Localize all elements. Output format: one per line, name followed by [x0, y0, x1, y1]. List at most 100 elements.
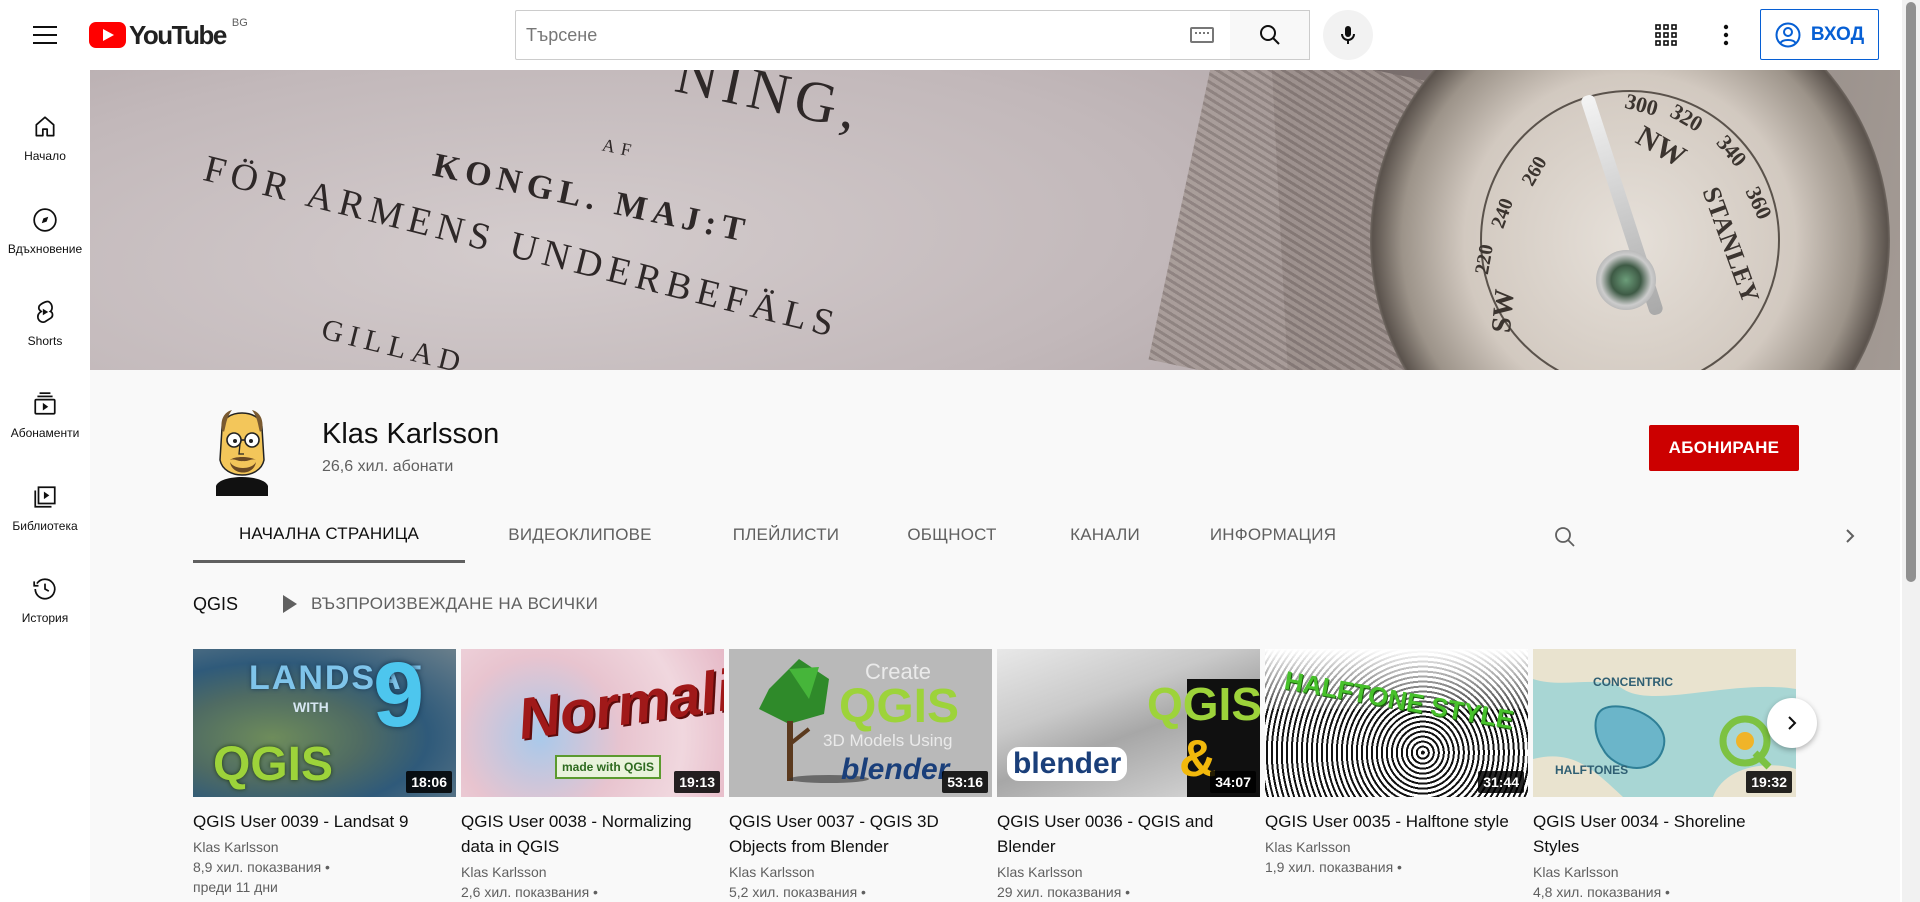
video-duration: 19:32 — [1746, 771, 1792, 793]
thumb-text: HALFTONES — [1555, 763, 1629, 777]
tab-channels[interactable]: КАНАЛИ — [1048, 507, 1162, 563]
video-views: 5,2 хил. показвания • — [729, 884, 866, 900]
thumb-text: QGIS — [1147, 678, 1260, 730]
video-thumbnail[interactable]: Create QGIS 3D Models Using blender 53:1… — [729, 649, 992, 797]
subscriber-count: 26,6 хил. абонати — [322, 458, 454, 475]
video-title[interactable]: QGIS User 0037 - QGIS 3D Objects from Bl… — [729, 809, 979, 859]
compass-label: SW — [1485, 287, 1521, 335]
channel-banner: NING, AF KONGL. MAJ:T FÖR ARMENS UNDERBE… — [90, 70, 1900, 370]
apps-button[interactable] — [1648, 17, 1684, 53]
more-vert-icon — [1723, 24, 1729, 46]
menu-icon[interactable] — [25, 17, 65, 53]
thumb-text: 9 — [373, 649, 425, 746]
play-all-button[interactable]: ВЪЗПРОИЗВЕЖДАНЕ НА ВСИЧКИ — [273, 589, 598, 619]
channel-search-icon[interactable] — [1553, 525, 1577, 549]
search-icon — [1259, 25, 1280, 45]
video-duration: 31:44 — [1478, 771, 1524, 793]
page-scrollbar[interactable] — [1902, 0, 1920, 902]
country-code: BG — [231, 17, 248, 29]
video-card[interactable]: Normalize made with QGIS 19:13 QGIS User… — [461, 649, 724, 900]
tab-community[interactable]: ОБЩНОСТ — [888, 507, 1016, 563]
home-icon — [35, 115, 55, 137]
thumb-text: blender — [841, 753, 950, 786]
thumb-text: CONCENTRIC — [1593, 675, 1673, 689]
voice-search-button[interactable] — [1323, 10, 1373, 60]
video-duration: 18:06 — [406, 771, 452, 793]
video-thumbnail[interactable]: CONCENTRIC HALFTONES 19:32 — [1533, 649, 1796, 797]
shelf-next-button[interactable] — [1767, 698, 1817, 748]
thumb-text: QGIS — [213, 738, 334, 791]
video-views: 2,6 хил. показвания • — [461, 884, 598, 900]
shelf-qgis: QGIS ВЪЗПРОИЗВЕЖДАНЕ НА ВСИЧКИ LANDSAT W… — [90, 563, 1900, 902]
youtube-logo[interactable]: YouTube BG — [89, 17, 248, 50]
logo-text: YouTube — [129, 19, 227, 50]
sidebar-item-explore[interactable]: Вдъхновение — [0, 191, 90, 271]
tab-about[interactable]: ИНФОРМАЦИЯ — [1193, 507, 1353, 563]
settings-more-button[interactable] — [1708, 17, 1744, 53]
sidebar-item-history[interactable]: История — [0, 560, 90, 640]
sidebar-item-shorts[interactable]: Shorts — [0, 283, 90, 363]
video-channel[interactable]: Klas Karlsson — [729, 864, 992, 880]
scrollbar-thumb[interactable] — [1906, 2, 1916, 582]
avatar[interactable] — [202, 400, 282, 496]
sidebar-item-library[interactable]: Библиотека — [0, 468, 90, 548]
video-title[interactable]: QGIS User 0036 - QGIS and Blender — [997, 809, 1247, 859]
video-title[interactable]: QGIS User 0034 - Shoreline Styles — [1533, 809, 1783, 859]
masthead: YouTube BG Търсене ВХОД — [0, 0, 1902, 70]
search-input[interactable] — [516, 11, 1190, 59]
video-channel[interactable]: Klas Karlsson — [193, 839, 456, 855]
sidebar-item-subscriptions[interactable]: Абонаменти — [0, 375, 90, 455]
search-button[interactable] — [1230, 10, 1310, 60]
thumb-text: QGIS — [839, 680, 960, 733]
apps-grid-icon — [1655, 24, 1677, 46]
tab-videos[interactable]: ВИДЕОКЛИПОВЕ — [465, 507, 695, 563]
video-card[interactable]: LANDSAT WITH 9 QGIS 18:06 QGIS User 0039… — [193, 649, 456, 895]
keyboard-icon[interactable] — [1190, 27, 1214, 43]
video-duration: 34:07 — [1210, 771, 1256, 793]
sidebar-item-label: Вдъхновение — [7, 241, 83, 256]
shelf-title[interactable]: QGIS — [193, 594, 238, 615]
video-channel[interactable]: Klas Karlsson — [1533, 864, 1796, 880]
video-thumbnail[interactable]: HALFTONE STYLE 31:44 — [1265, 649, 1528, 797]
video-card[interactable]: Create QGIS 3D Models Using blender 53:1… — [729, 649, 992, 900]
youtube-play-icon — [89, 22, 126, 48]
channel-header: Klas Karlsson 26,6 хил. абонати АБОНИРАН… — [90, 370, 1900, 563]
subscribe-button[interactable]: АБОНИРАНЕ — [1649, 425, 1799, 471]
chevron-right-icon[interactable] — [1841, 527, 1859, 545]
video-channel[interactable]: Klas Karlsson — [1265, 839, 1528, 855]
video-thumbnail[interactable]: LANDSAT WITH 9 QGIS 18:06 — [193, 649, 456, 797]
video-card[interactable]: QGIS blender & 34:07 QGIS User 0036 - QG… — [997, 649, 1260, 900]
video-card[interactable]: HALFTONE STYLE 31:44 QGIS User 0035 - Ha… — [1265, 649, 1528, 875]
history-icon — [33, 577, 56, 600]
signin-button[interactable]: ВХОД — [1760, 9, 1879, 60]
video-thumbnail[interactable]: Normalize made with QGIS 19:13 — [461, 649, 724, 797]
sidebar-item-label: История — [21, 610, 69, 625]
video-title[interactable]: QGIS User 0039 - Landsat 9 — [193, 809, 443, 834]
video-views: 4,8 хил. показвания • — [1533, 884, 1670, 900]
video-channel[interactable]: Klas Karlsson — [997, 864, 1260, 880]
signin-label: ВХОД — [1810, 23, 1865, 45]
tab-playlists[interactable]: ПЛЕЙЛИСТИ — [703, 507, 869, 563]
video-duration: 53:16 — [942, 771, 988, 793]
video-thumbnail[interactable]: QGIS blender & 34:07 — [997, 649, 1260, 797]
sidebar-item-label: Shorts — [27, 333, 63, 348]
video-card[interactable]: CONCENTRIC HALFTONES 19:32 QGIS User 003… — [1533, 649, 1796, 900]
channel-name: Klas Karlsson — [322, 418, 500, 450]
video-channel[interactable]: Klas Karlsson — [461, 864, 724, 880]
explore-icon — [33, 207, 57, 232]
library-icon — [34, 485, 56, 508]
thumb-text: WITH — [293, 699, 329, 715]
video-title[interactable]: QGIS User 0035 - Halftone style — [1265, 809, 1515, 834]
chevron-right-icon — [1788, 716, 1797, 730]
tab-home[interactable]: НАЧАЛНА СТРАНИЦА — [193, 507, 465, 563]
video-age: преди 11 дни — [193, 879, 278, 895]
sidebar-item-label: Абонаменти — [10, 425, 80, 440]
search-box — [515, 10, 1231, 60]
sidebar-item-label: Начало — [24, 148, 66, 163]
video-title[interactable]: QGIS User 0038 - Normalizing data in QGI… — [461, 809, 711, 859]
video-views: 29 хил. показвания • — [997, 884, 1131, 900]
thumb-text: 3D Models Using — [823, 731, 953, 750]
sidebar: Начало Вдъхновение Shorts Абонаменти Биб… — [0, 70, 90, 902]
sidebar-item-home[interactable]: Начало — [0, 98, 90, 178]
video-duration: 19:13 — [674, 771, 720, 793]
